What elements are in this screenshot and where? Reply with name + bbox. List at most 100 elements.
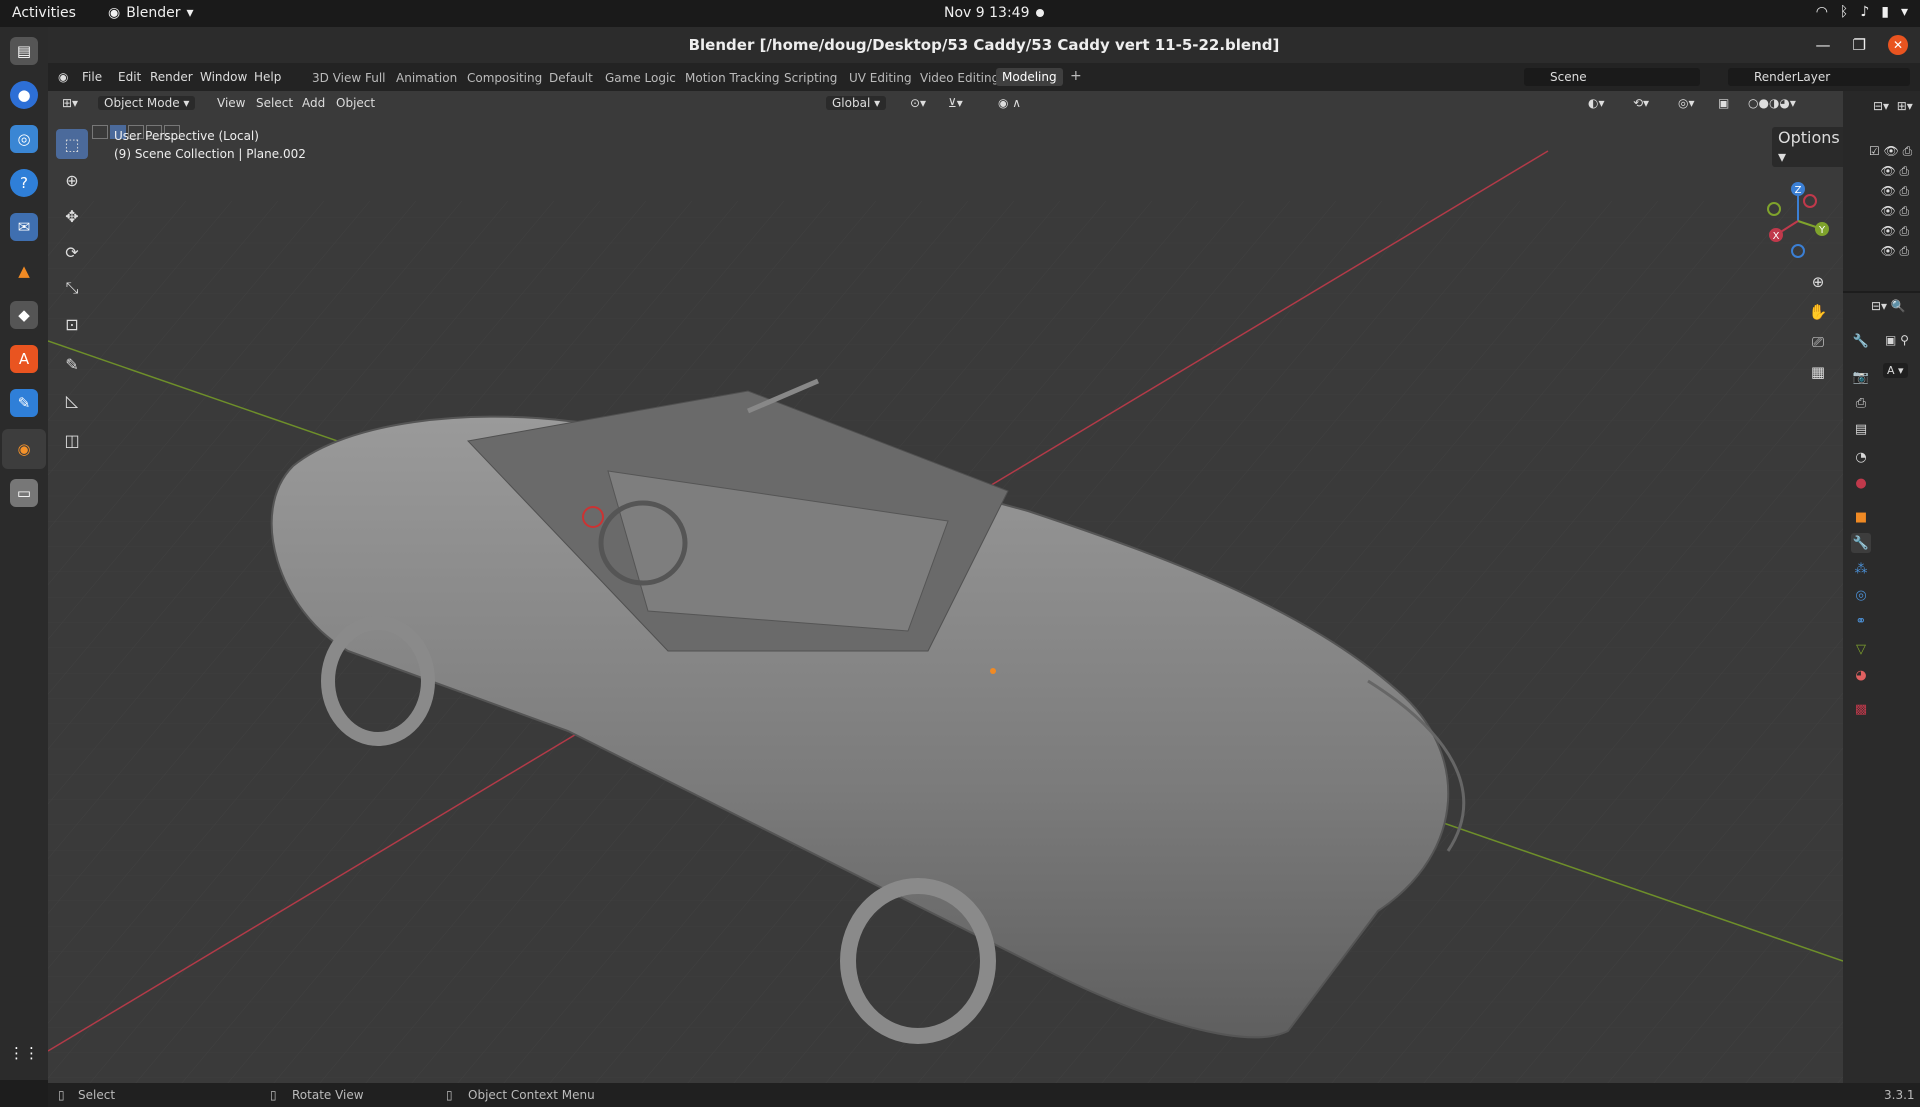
outliner-row[interactable]: 👁 ⎙	[1869, 161, 1912, 181]
outliner-header[interactable]: ⊟▾ ⊞▾	[1873, 99, 1913, 113]
menu-edit[interactable]: Edit	[118, 70, 141, 84]
menu-help[interactable]: Help	[254, 70, 281, 84]
pivot-icon[interactable]: ⊙▾	[910, 96, 926, 110]
texture-tab-icon[interactable]: ▩	[1851, 699, 1871, 719]
annotate-tool[interactable]: ✎	[56, 349, 88, 379]
particles-tab-icon[interactable]: ⁂	[1851, 559, 1871, 579]
blender-logo-icon[interactable]: ◉	[58, 70, 68, 84]
battery-icon[interactable]: ▮	[1881, 4, 1889, 20]
tab-modeling[interactable]: Modeling	[996, 68, 1063, 86]
tab-compositing[interactable]: Compositing	[467, 71, 542, 85]
pan-hand-icon[interactable]: ✋	[1806, 297, 1830, 327]
thunderbird-icon[interactable]: ✉	[10, 213, 38, 241]
wifi-icon[interactable]: ◠	[1816, 4, 1828, 20]
menu-render[interactable]: Render	[150, 70, 193, 84]
activities-button[interactable]: Activities	[12, 5, 76, 21]
tab-3d-view-full[interactable]: 3D View Full	[312, 71, 386, 85]
zoom-icon[interactable]: ⊕	[1806, 267, 1830, 297]
render-tab-icon[interactable]: 📷	[1851, 367, 1871, 387]
material-tab-icon[interactable]: ◕	[1851, 665, 1871, 685]
scale-tool[interactable]: ⤡	[56, 273, 88, 303]
overlay-icon[interactable]: ◎▾	[1678, 96, 1695, 110]
volume-icon[interactable]: ♪	[1860, 4, 1869, 20]
minimize-icon[interactable]: —	[1816, 27, 1831, 63]
menu-view[interactable]: View	[217, 96, 245, 110]
transform-orientation-selector[interactable]: Global ▾	[826, 96, 887, 110]
help-icon[interactable]: ?	[10, 169, 38, 197]
tool-tab-icon[interactable]: 🔧	[1851, 331, 1871, 351]
maximize-icon[interactable]: ❐	[1853, 27, 1866, 63]
tab-uv-editing[interactable]: UV Editing	[849, 71, 912, 85]
app-menu[interactable]: ◉ Blender ▾	[108, 5, 194, 21]
add-workspace-icon[interactable]: +	[1070, 68, 1082, 84]
game-icon[interactable]: ◆	[10, 301, 38, 329]
properties-header[interactable]: ⊟▾ 🔍	[1871, 299, 1906, 313]
cursor-tool[interactable]: ⊕	[56, 165, 88, 195]
show-apps-icon[interactable]: ⋮⋮	[9, 1039, 39, 1067]
xray-icon[interactable]: ▣	[1718, 96, 1729, 110]
close-icon[interactable]: ✕	[1888, 35, 1908, 55]
options-dropdown[interactable]: Options ▾	[1772, 127, 1843, 167]
outliner-row[interactable]: ☑ 👁 ⎙	[1869, 141, 1912, 161]
rotate-tool[interactable]: ⟳	[56, 237, 88, 267]
tab-video-editing[interactable]: Video Editing	[920, 71, 999, 85]
outliner-row[interactable]: 👁 ⎙	[1869, 201, 1912, 221]
tab-game-logic[interactable]: Game Logic	[605, 71, 676, 85]
tab-animation[interactable]: Animation	[396, 71, 457, 85]
software-center-icon[interactable]: A	[10, 345, 38, 373]
scene-tab-icon[interactable]: ◔	[1851, 447, 1871, 467]
view-layer-selector[interactable]: RenderLayer	[1728, 68, 1910, 86]
outliner-row[interactable]: 👁 ⎙	[1869, 241, 1912, 261]
chevron-down-icon[interactable]: ▾	[1901, 4, 1908, 20]
editor-type-icon[interactable]: ⊞▾	[62, 96, 78, 110]
menu-add[interactable]: Add	[302, 96, 325, 110]
menu-select[interactable]: Select	[256, 96, 293, 110]
gizmo-icon[interactable]: ⟲▾	[1633, 96, 1649, 110]
move-tool[interactable]: ✥	[56, 201, 88, 231]
properties-dropdown[interactable]: A ▾	[1883, 363, 1908, 378]
menu-window[interactable]: Window	[200, 70, 247, 84]
properties-pin-icon[interactable]: ▣ ⚲	[1885, 333, 1909, 347]
3d-viewport[interactable]: ⊞▾ Object Mode ▾ View Select Add Object …	[48, 91, 1843, 1083]
outliner-row[interactable]: 👁 ⎙	[1869, 181, 1912, 201]
world-tab-icon[interactable]: ●	[1851, 473, 1871, 493]
visibility-icon[interactable]: ◐▾	[1588, 96, 1605, 110]
add-cube-tool[interactable]: ◫	[56, 425, 88, 455]
menu-file[interactable]: File	[82, 70, 102, 84]
scene-selector[interactable]: Scene	[1524, 68, 1700, 86]
camera-icon[interactable]: ◎	[10, 125, 38, 153]
output-tab-icon[interactable]: ⎙	[1851, 393, 1871, 413]
view-layer-tab-icon[interactable]: ▤	[1851, 419, 1871, 439]
proportional-edit-icon[interactable]: ◉ ∧	[998, 96, 1021, 110]
chrome-icon[interactable]: ●	[10, 81, 38, 109]
data-tab-icon[interactable]: ▽	[1851, 639, 1871, 659]
modifier-tab-icon[interactable]: 🔧	[1851, 533, 1871, 553]
outliner-row[interactable]: 👁 ⎙	[1869, 221, 1912, 241]
blender-icon[interactable]: ◉	[10, 435, 38, 463]
vlc-icon[interactable]: ▲	[10, 257, 38, 285]
navigation-gizmo[interactable]: Z Y X	[1758, 181, 1838, 261]
transform-tool[interactable]: ⊡	[56, 309, 88, 339]
select-new-icon[interactable]	[92, 125, 108, 139]
tab-scripting[interactable]: Scripting	[784, 71, 837, 85]
tab-motion-tracking[interactable]: Motion Tracking	[685, 71, 779, 85]
clock[interactable]: Nov 9 13:49	[944, 5, 1029, 21]
select-box-tool[interactable]: ⬚	[56, 129, 88, 159]
disk-icon[interactable]: ▭	[10, 479, 38, 507]
camera-view-icon[interactable]: ⎚	[1806, 327, 1830, 357]
physics-tab-icon[interactable]: ◎	[1851, 585, 1871, 605]
shading-modes-icon[interactable]: ○●◑◕▾	[1748, 96, 1796, 110]
snap-icon[interactable]: ⊻▾	[948, 96, 963, 110]
files-icon[interactable]: ▤	[10, 37, 38, 65]
constraints-tab-icon[interactable]: ⚭	[1851, 611, 1871, 631]
bluetooth-icon[interactable]: ᛒ	[1840, 4, 1848, 20]
menu-object[interactable]: Object	[336, 96, 375, 110]
object-tab-icon[interactable]: ■	[1851, 507, 1871, 527]
text-editor-icon[interactable]: ✎	[10, 389, 38, 417]
ortho-grid-icon[interactable]: ▦	[1806, 357, 1830, 387]
system-tray[interactable]: ◠ ᛒ ♪ ▮ ▾	[1816, 4, 1908, 20]
mode-selector[interactable]: Object Mode ▾	[98, 96, 196, 110]
tab-default[interactable]: Default	[549, 71, 593, 85]
measure-tool[interactable]: ◺	[56, 385, 88, 415]
dock: ▤ ● ◎ ? ✉ ▲ ◆ A ✎ ◉ ▭ ⋮⋮	[0, 27, 48, 1080]
